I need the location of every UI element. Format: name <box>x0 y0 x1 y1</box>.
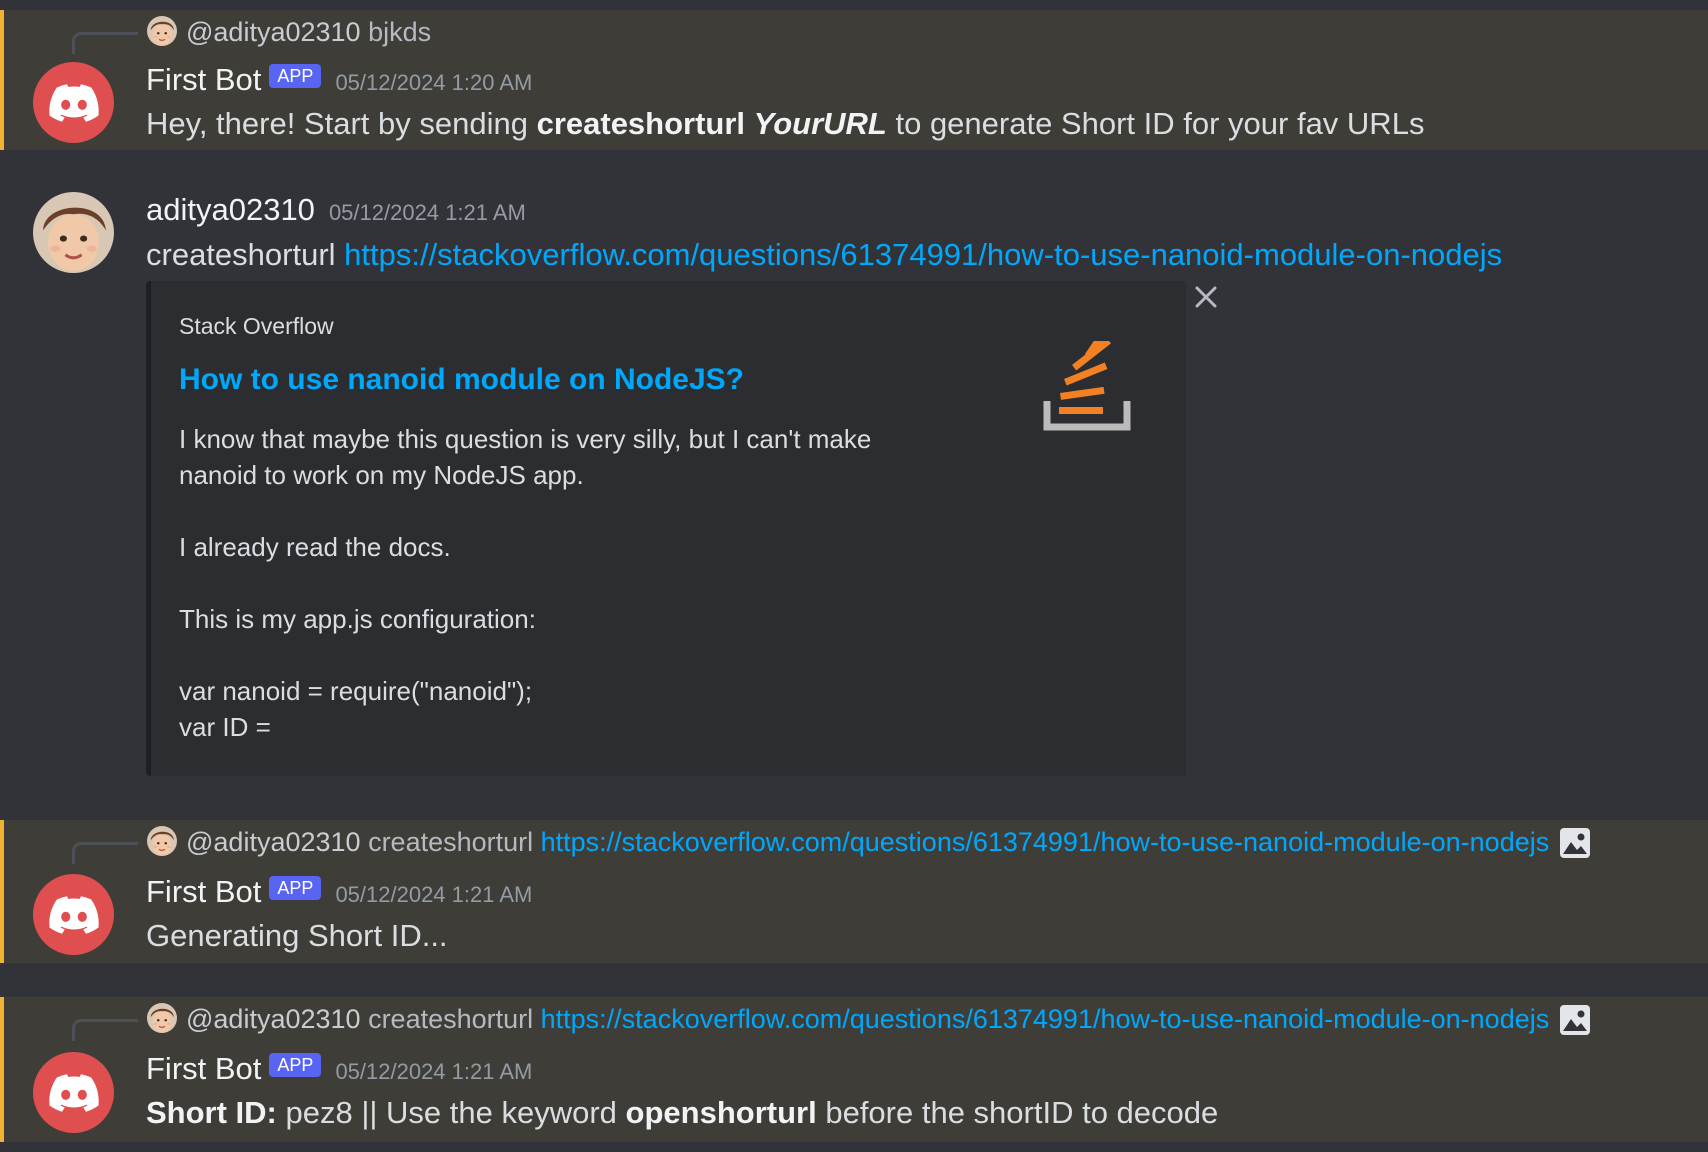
discord-logo-icon <box>49 1074 99 1112</box>
content-bold-italic: YourURL <box>753 106 887 141</box>
bot-avatar[interactable] <box>33 62 114 143</box>
content-bold-label: Short ID: <box>146 1095 277 1130</box>
discord-logo-icon <box>49 896 99 934</box>
content-text-end: before the shortID to decode <box>816 1095 1219 1130</box>
content-bold-keyword: openshorturl <box>625 1095 817 1130</box>
reply-link[interactable]: https://stackoverflow.com/questions/6137… <box>541 1004 1550 1034</box>
reply-avatar <box>147 1003 177 1033</box>
chat-stage: @aditya02310 bjkds First Bot APP 05/12/202… <box>0 0 1708 1152</box>
reply-text: bjkds <box>368 17 432 47</box>
author-name[interactable]: aditya02310 <box>146 192 315 227</box>
reply-line: @aditya02310 createshorturl https://stac… <box>186 1001 1591 1037</box>
reply-text: createshorturl <box>368 827 541 857</box>
reply-link[interactable]: https://stackoverflow.com/questions/6137… <box>541 827 1550 857</box>
message-header: aditya02310 05/12/2024 1:21 AM <box>146 190 526 236</box>
content-link[interactable]: https://stackoverflow.com/questions/6137… <box>344 237 1502 272</box>
bot-avatar[interactable] <box>33 874 114 955</box>
reply-preview[interactable]: @aditya02310 createshorturl https://stac… <box>0 997 1708 1041</box>
content-text-end: to generate Short ID for your fav URLs <box>886 106 1425 141</box>
bot-avatar[interactable] <box>33 1052 114 1133</box>
timestamp: 05/12/2024 1:21 AM <box>335 1059 533 1084</box>
reply-line: @aditya02310 createshorturl https://stac… <box>186 824 1591 860</box>
stackoverflow-logo-icon <box>1043 341 1131 431</box>
reply-handle[interactable]: @aditya02310 <box>186 17 361 47</box>
discord-logo-icon <box>49 84 99 122</box>
message-bot-welcome: @aditya02310 bjkds First Bot APP 05/12/202… <box>0 10 1708 150</box>
timestamp: 05/12/2024 1:21 AM <box>335 882 533 907</box>
content-text: pez8 || Use the keyword <box>276 1095 626 1130</box>
image-icon <box>1559 1004 1591 1036</box>
reply-avatar <box>147 826 177 856</box>
reply-spine <box>72 32 138 54</box>
reply-handle[interactable]: @aditya02310 <box>186 1004 361 1034</box>
reply-avatar <box>147 16 177 46</box>
author-name[interactable]: First Bot <box>146 1051 261 1086</box>
message-header: First Bot APP 05/12/2024 1:21 AM <box>146 872 532 918</box>
message-content: Hey, there! Start by sending createshort… <box>146 104 1424 144</box>
reply-preview[interactable]: @aditya02310 bjkds <box>0 10 1708 54</box>
reply-preview[interactable]: @aditya02310 createshorturl https://stac… <box>0 820 1708 864</box>
reply-line: @aditya02310 bjkds <box>186 14 431 50</box>
image-icon <box>1559 827 1591 859</box>
message-header: First Bot APP 05/12/2024 1:20 AM <box>146 60 532 106</box>
message-content: createshorturl https://stackoverflow.com… <box>146 235 1502 275</box>
timestamp: 05/12/2024 1:21 AM <box>328 200 526 225</box>
timestamp: 05/12/2024 1:20 AM <box>335 70 533 95</box>
close-icon[interactable] <box>1192 283 1220 311</box>
reply-spine <box>72 1019 138 1041</box>
message-content: Short ID: pez8 || Use the keyword opensh… <box>146 1093 1218 1133</box>
reply-text: createshorturl <box>368 1004 541 1034</box>
message-bot-result: @aditya02310 createshorturl https://stac… <box>0 997 1708 1142</box>
author-name[interactable]: First Bot <box>146 62 261 97</box>
embed-description: I know that maybe this question is very … <box>179 424 872 742</box>
author-name[interactable]: First Bot <box>146 874 261 909</box>
content-text: Generating Short ID... <box>146 918 448 953</box>
message-content: Generating Short ID... <box>146 916 448 956</box>
content-text: createshorturl <box>146 237 345 272</box>
reply-spine <box>72 842 138 864</box>
app-badge: APP <box>269 876 322 900</box>
app-badge: APP <box>269 1053 322 1077</box>
app-badge: APP <box>269 64 322 88</box>
content-text: Hey, there! Start by sending <box>146 106 537 141</box>
reply-handle[interactable]: @aditya02310 <box>186 827 361 857</box>
embed-title[interactable]: How to use nanoid module on NodeJS? <box>179 363 744 397</box>
embed-provider[interactable]: Stack Overflow <box>179 313 334 340</box>
user-avatar[interactable] <box>33 192 114 273</box>
message-header: First Bot APP 05/12/2024 1:21 AM <box>146 1049 532 1095</box>
message-bot-generating: @aditya02310 createshorturl https://stac… <box>0 820 1708 963</box>
content-bold: createshorturl <box>536 106 746 141</box>
link-embed: Stack Overflow How to use nanoid module … <box>146 281 1186 776</box>
